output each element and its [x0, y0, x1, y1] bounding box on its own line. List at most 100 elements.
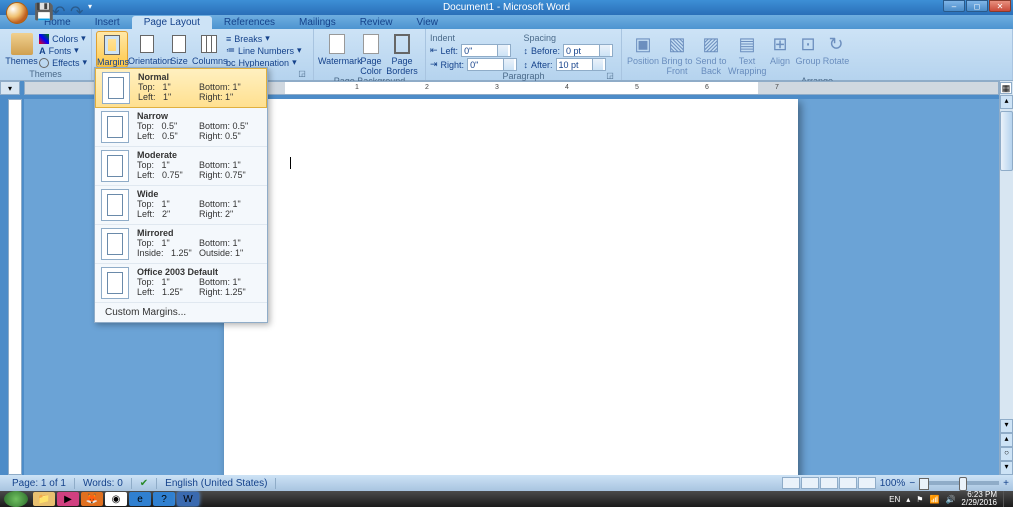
show-desktop-button[interactable]	[1003, 491, 1009, 507]
web-layout-view-button[interactable]	[820, 477, 838, 489]
start-button[interactable]	[4, 491, 28, 507]
line-numbers-button[interactable]: ≔Line Numbers ▾	[226, 45, 302, 56]
print-layout-view-button[interactable]	[782, 477, 800, 489]
tray-volume-icon[interactable]: 🔊	[945, 495, 955, 504]
undo-icon[interactable]: ↶	[52, 2, 64, 14]
scroll-down-arrow[interactable]: ▾	[1000, 419, 1013, 433]
redo-icon[interactable]: ↷	[70, 2, 82, 14]
watermark-icon	[326, 33, 348, 55]
minimize-button[interactable]: –	[943, 0, 965, 12]
tray-show-hidden-icon[interactable]: ▴	[906, 495, 910, 504]
zoom-in-button[interactable]: +	[1003, 478, 1009, 489]
scroll-up-arrow[interactable]: ▴	[1000, 95, 1013, 109]
watermark-button[interactable]: Watermark	[318, 31, 356, 66]
theme-colors-button[interactable]: Colors ▾	[39, 33, 87, 44]
page-color-button[interactable]: Page Color	[356, 31, 386, 76]
theme-fonts-button[interactable]: AFonts ▾	[39, 45, 87, 56]
status-page[interactable]: Page: 1 of 1	[4, 478, 75, 489]
ruler-toggle[interactable]: ▦	[1000, 82, 1012, 94]
margins-option-narrow[interactable]: NarrowTop: 0.5"Bottom: 0.5"Left: 0.5"Rig…	[95, 108, 267, 147]
size-button[interactable]: Size	[166, 31, 192, 66]
margins-option-wide[interactable]: WideTop: 1"Bottom: 1"Left: 2"Right: 2"	[95, 186, 267, 225]
taskbar-word-icon[interactable]: W	[177, 492, 199, 506]
qat-customize-icon[interactable]: ▾	[88, 2, 100, 14]
position-button[interactable]: ▣Position	[626, 31, 660, 66]
margin-preview-icon	[101, 189, 129, 221]
taskbar-ie-icon[interactable]: e	[129, 492, 151, 506]
page[interactable]	[224, 99, 798, 475]
tab-view[interactable]: View	[405, 16, 451, 29]
zoom-slider[interactable]	[919, 481, 999, 485]
themes-icon	[11, 33, 33, 55]
tab-insert[interactable]: Insert	[83, 16, 132, 29]
scroll-thumb[interactable]	[1000, 111, 1013, 171]
size-icon	[168, 33, 190, 55]
taskbar-explorer-icon[interactable]: 📁	[33, 492, 55, 506]
zoom-out-button[interactable]: −	[909, 478, 915, 489]
tab-mailings[interactable]: Mailings	[287, 16, 348, 29]
page-borders-button[interactable]: Page Borders	[386, 31, 418, 76]
office-button[interactable]	[6, 2, 28, 24]
margin-preview-icon	[102, 72, 130, 104]
breaks-button[interactable]: ≡Breaks ▾	[226, 33, 302, 44]
margin-preview-icon	[101, 228, 129, 260]
taskbar-chrome-icon[interactable]: ◉	[105, 492, 127, 506]
margins-button[interactable]: Margins	[96, 31, 128, 68]
maximize-button[interactable]: ◻	[966, 0, 988, 12]
tray-clock[interactable]: 6:23 PM 2/29/2016	[961, 491, 997, 507]
bring-to-front-button[interactable]: ▧Bring to Front	[660, 31, 694, 76]
margins-option-office-2003-default[interactable]: Office 2003 DefaultTop: 1"Bottom: 1"Left…	[95, 264, 267, 303]
effects-icon	[39, 58, 49, 68]
columns-button[interactable]: Columns	[192, 31, 226, 66]
previous-page-button[interactable]: ▴	[1000, 433, 1013, 447]
close-button[interactable]: ✕	[989, 0, 1011, 12]
margins-option-normal[interactable]: NormalTop: 1"Bottom: 1"Left: 1"Right: 1"	[95, 68, 267, 108]
margins-option-moderate[interactable]: ModerateTop: 1"Bottom: 1"Left: 0.75"Righ…	[95, 147, 267, 186]
tray-language[interactable]: EN	[889, 495, 900, 504]
rotate-button[interactable]: ↻Rotate	[822, 31, 850, 66]
taskbar-mediaplayer-icon[interactable]: ▶	[57, 492, 79, 506]
send-back-icon: ▨	[700, 33, 722, 55]
spacing-before-input[interactable]: 0 pt	[563, 44, 613, 57]
theme-effects-button[interactable]: Effects ▾	[39, 57, 87, 68]
draft-view-button[interactable]	[858, 477, 876, 489]
tab-references[interactable]: References	[212, 16, 287, 29]
indent-left-input[interactable]: 0"	[461, 44, 511, 57]
breaks-icon: ≡	[226, 34, 231, 44]
full-screen-view-button[interactable]	[801, 477, 819, 489]
text-wrapping-button[interactable]: ▤Text Wrapping	[728, 31, 766, 76]
page-setup-launcher[interactable]: ◲	[297, 69, 307, 79]
paragraph-launcher[interactable]: ◲	[605, 71, 615, 81]
select-browse-object[interactable]: ▾	[0, 81, 20, 95]
next-page-button[interactable]: ▾	[1000, 461, 1013, 475]
margin-preview-icon	[101, 111, 129, 143]
status-language[interactable]: English (United States)	[157, 478, 276, 489]
custom-margins-item[interactable]: Custom Margins...	[95, 303, 267, 322]
zoom-level[interactable]: 100%	[880, 478, 906, 489]
browse-object-button[interactable]: ○	[1000, 447, 1013, 461]
tab-review[interactable]: Review	[348, 16, 405, 29]
indent-right-input[interactable]: 0"	[467, 58, 517, 71]
tab-page-layout[interactable]: Page Layout	[132, 16, 212, 29]
group-button[interactable]: ⊡Group	[794, 31, 822, 66]
outline-view-button[interactable]	[839, 477, 857, 489]
themes-button[interactable]: Themes	[4, 31, 39, 66]
tray-flag-icon[interactable]: ⚑	[916, 495, 923, 504]
vertical-ruler[interactable]	[8, 99, 22, 475]
send-to-back-button[interactable]: ▨Send to Back	[694, 31, 728, 76]
align-button[interactable]: ⊞Align	[766, 31, 794, 66]
margins-option-mirrored[interactable]: MirroredTop: 1"Bottom: 1"Inside: 1.25"Ou…	[95, 225, 267, 264]
ribbon-tabs: Home Insert Page Layout References Maili…	[0, 15, 1013, 29]
tray-network-icon[interactable]: 📶	[929, 495, 939, 504]
status-words[interactable]: Words: 0	[75, 478, 132, 489]
status-spellcheck-icon[interactable]: ✔	[132, 478, 157, 489]
themes-group-label: Themes	[4, 69, 87, 80]
save-icon[interactable]: 💾	[34, 2, 46, 14]
taskbar-help-icon[interactable]: ?	[153, 492, 175, 506]
taskbar-firefox-icon[interactable]: 🦊	[81, 492, 103, 506]
orientation-button[interactable]: Orientation	[128, 31, 166, 66]
windows-taskbar: 📁 ▶ 🦊 ◉ e ? W EN ▴ ⚑ 📶 🔊 6:23 PM 2/29/20…	[0, 491, 1013, 507]
spacing-after-input[interactable]: 10 pt	[556, 58, 606, 71]
vertical-scrollbar[interactable]: ▦ ▴ ▾ ▴ ○ ▾	[999, 81, 1013, 475]
spacing-before-icon: ↕	[524, 46, 529, 56]
